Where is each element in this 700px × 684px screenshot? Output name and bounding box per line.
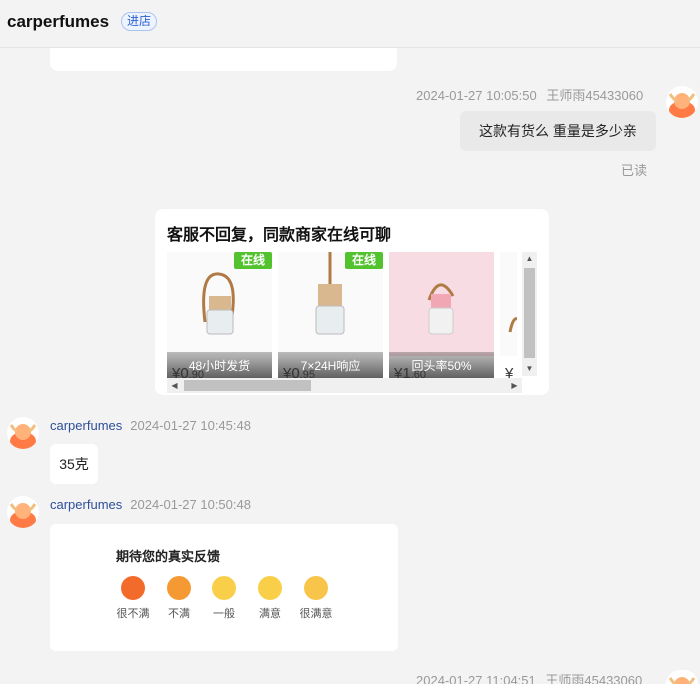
message-meta: carperfumes 2024-01-27 10:45:48	[50, 418, 251, 433]
laughing-face-icon	[304, 576, 328, 600]
chat-header: carperfumes 进店	[0, 0, 700, 48]
rating-very-dissatisfied[interactable]: 很不满	[110, 576, 156, 621]
scroll-up-icon[interactable]: ▲	[522, 252, 537, 266]
scroll-right-icon[interactable]: ▶	[507, 378, 522, 393]
message-time: 2024-01-27 10:50:48	[130, 497, 251, 512]
read-status: 已读	[621, 163, 648, 178]
shop-message-bubble: 35克	[50, 444, 98, 484]
rating-dissatisfied[interactable]: 不满	[156, 576, 202, 621]
product-card[interactable]: 在线 48小时发货 ¥0.90	[167, 252, 272, 380]
feedback-title: 期待您的真实反馈	[116, 549, 221, 564]
online-badge: 在线	[234, 252, 272, 269]
rating-very-satisfied[interactable]: 很满意	[293, 576, 339, 621]
angry-face-icon	[121, 576, 145, 600]
product-image	[389, 252, 494, 356]
product-card[interactable]: 回头率50% ¥1.60	[389, 252, 494, 380]
shop-avatar	[7, 417, 39, 449]
online-badge: 在线	[345, 252, 383, 269]
message-time: 2024-01-27 11:04:51	[416, 673, 536, 684]
user-name: 王师雨45433060	[545, 673, 643, 684]
scroll-thumb[interactable]	[524, 268, 535, 358]
message-meta: 2024-01-27 10:05:50 王师雨45433060	[416, 85, 643, 104]
sad-face-icon	[167, 576, 191, 600]
scroll-thumb[interactable]	[184, 380, 311, 391]
shop-nick: carperfumes	[50, 497, 123, 512]
message-time: 2024-01-27 10:05:50	[416, 88, 537, 103]
product-image	[500, 252, 517, 356]
product-card[interactable]: ¥	[500, 252, 517, 380]
user-avatar	[666, 86, 698, 118]
rating-neutral[interactable]: 一般	[201, 576, 247, 621]
smile-face-icon	[258, 576, 282, 600]
scroll-left-icon[interactable]: ◀	[167, 378, 182, 393]
product-card[interactable]: 在线 7×24H响应 ¥0.95	[278, 252, 383, 380]
feedback-card: 期待您的真实反馈 很不满 不满 一般 满意 很满意	[50, 524, 398, 651]
rating-satisfied[interactable]: 满意	[247, 576, 293, 621]
shop-avatar	[7, 496, 39, 528]
product-list: 在线 48小时发货 ¥0.90 在线 7×24H响应 ¥0.95 回头率50% …	[167, 252, 517, 380]
user-message-bubble: 这款有货么 重量是多少亲	[460, 111, 656, 151]
scroll-down-icon[interactable]: ▼	[522, 362, 537, 376]
promo-card: 客服不回复，同款商家在线可聊 在线 48小时发货 ¥0.90 在线 7×24H响…	[155, 209, 549, 395]
vertical-scrollbar[interactable]: ▲ ▼	[522, 252, 537, 376]
user-avatar	[666, 670, 698, 684]
user-name: 王师雨45433060	[546, 88, 644, 103]
shop-nick: carperfumes	[50, 418, 123, 433]
neutral-face-icon	[212, 576, 236, 600]
message-meta: carperfumes 2024-01-27 10:50:48	[50, 497, 251, 512]
shop-name: carperfumes	[7, 12, 110, 31]
message-meta: 2024-01-27 11:04:51 王师雨45433060	[416, 670, 642, 684]
horizontal-scrollbar[interactable]: ◀ ▶	[167, 378, 522, 393]
promo-title: 客服不回复，同款商家在线可聊	[167, 227, 392, 244]
enter-shop-button[interactable]: 进店	[121, 12, 158, 31]
message-time: 2024-01-27 10:45:48	[130, 418, 251, 433]
